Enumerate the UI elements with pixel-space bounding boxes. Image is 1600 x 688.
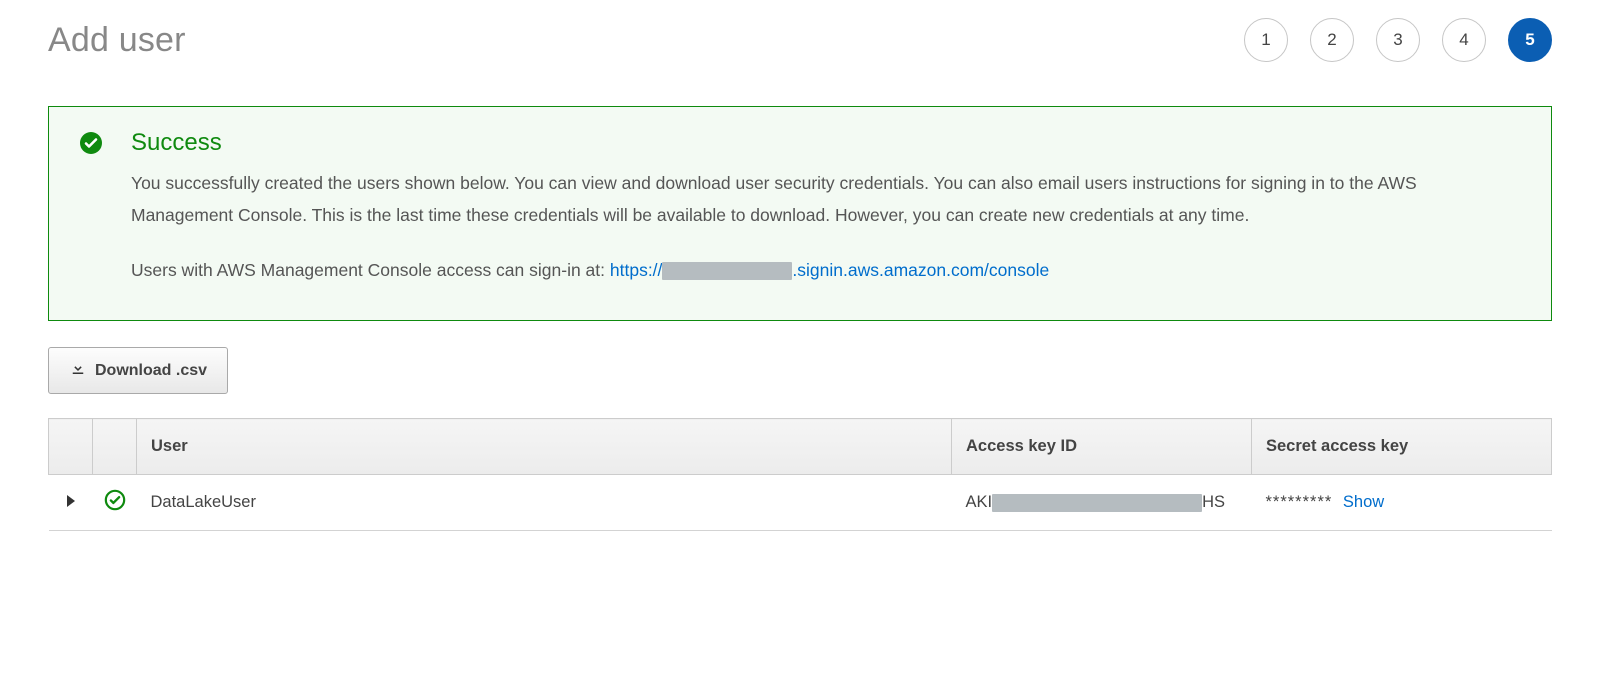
users-table: User Access key ID Secret access key Dat…: [48, 418, 1552, 531]
cell-user: DataLakeUser: [137, 475, 952, 531]
col-access-key-id: Access key ID: [952, 419, 1252, 475]
step-2[interactable]: 2: [1310, 18, 1354, 62]
cell-access-key-id: AKI HS: [952, 475, 1252, 531]
alert-signin-line: Users with AWS Management Console access…: [131, 254, 1521, 286]
alert-body-text: You successfully created the users shown…: [131, 167, 1521, 232]
success-alert: Success You successfully created the use…: [48, 106, 1552, 321]
alert-title: Success: [131, 129, 1521, 157]
step-1[interactable]: 1: [1244, 18, 1288, 62]
col-secret-access-key: Secret access key: [1252, 419, 1552, 475]
download-csv-button[interactable]: Download .csv: [48, 347, 228, 394]
access-key-suffix: HS: [1202, 493, 1225, 511]
step-4[interactable]: 4: [1442, 18, 1486, 62]
access-key-prefix: AKI: [966, 493, 993, 511]
signin-url-suffix: .signin.aws.amazon.com/console: [792, 260, 1049, 280]
col-status: [93, 419, 137, 475]
signin-url-link[interactable]: https:// .signin.aws.amazon.com/console: [610, 260, 1049, 280]
download-icon: [69, 359, 87, 382]
stepper: 1 2 3 4 5: [1244, 18, 1552, 62]
success-icon: [79, 131, 103, 286]
row-success-icon: [104, 497, 126, 515]
access-key-redacted: [992, 494, 1202, 512]
secret-mask: *********: [1266, 493, 1333, 511]
step-5[interactable]: 5: [1508, 18, 1552, 62]
table-row: DataLakeUser AKI HS ********* Show: [49, 475, 1552, 531]
expand-row-icon[interactable]: [67, 495, 75, 507]
step-3[interactable]: 3: [1376, 18, 1420, 62]
signin-url-redacted: [662, 262, 792, 280]
download-csv-label: Download .csv: [95, 362, 207, 380]
signin-url-scheme: https://: [610, 260, 663, 280]
show-secret-link[interactable]: Show: [1343, 493, 1384, 511]
cell-secret-access-key: ********* Show: [1252, 475, 1552, 531]
page-title: Add user: [48, 21, 186, 60]
col-expand: [49, 419, 93, 475]
col-user: User: [137, 419, 952, 475]
alert-signin-prefix: Users with AWS Management Console access…: [131, 260, 610, 280]
